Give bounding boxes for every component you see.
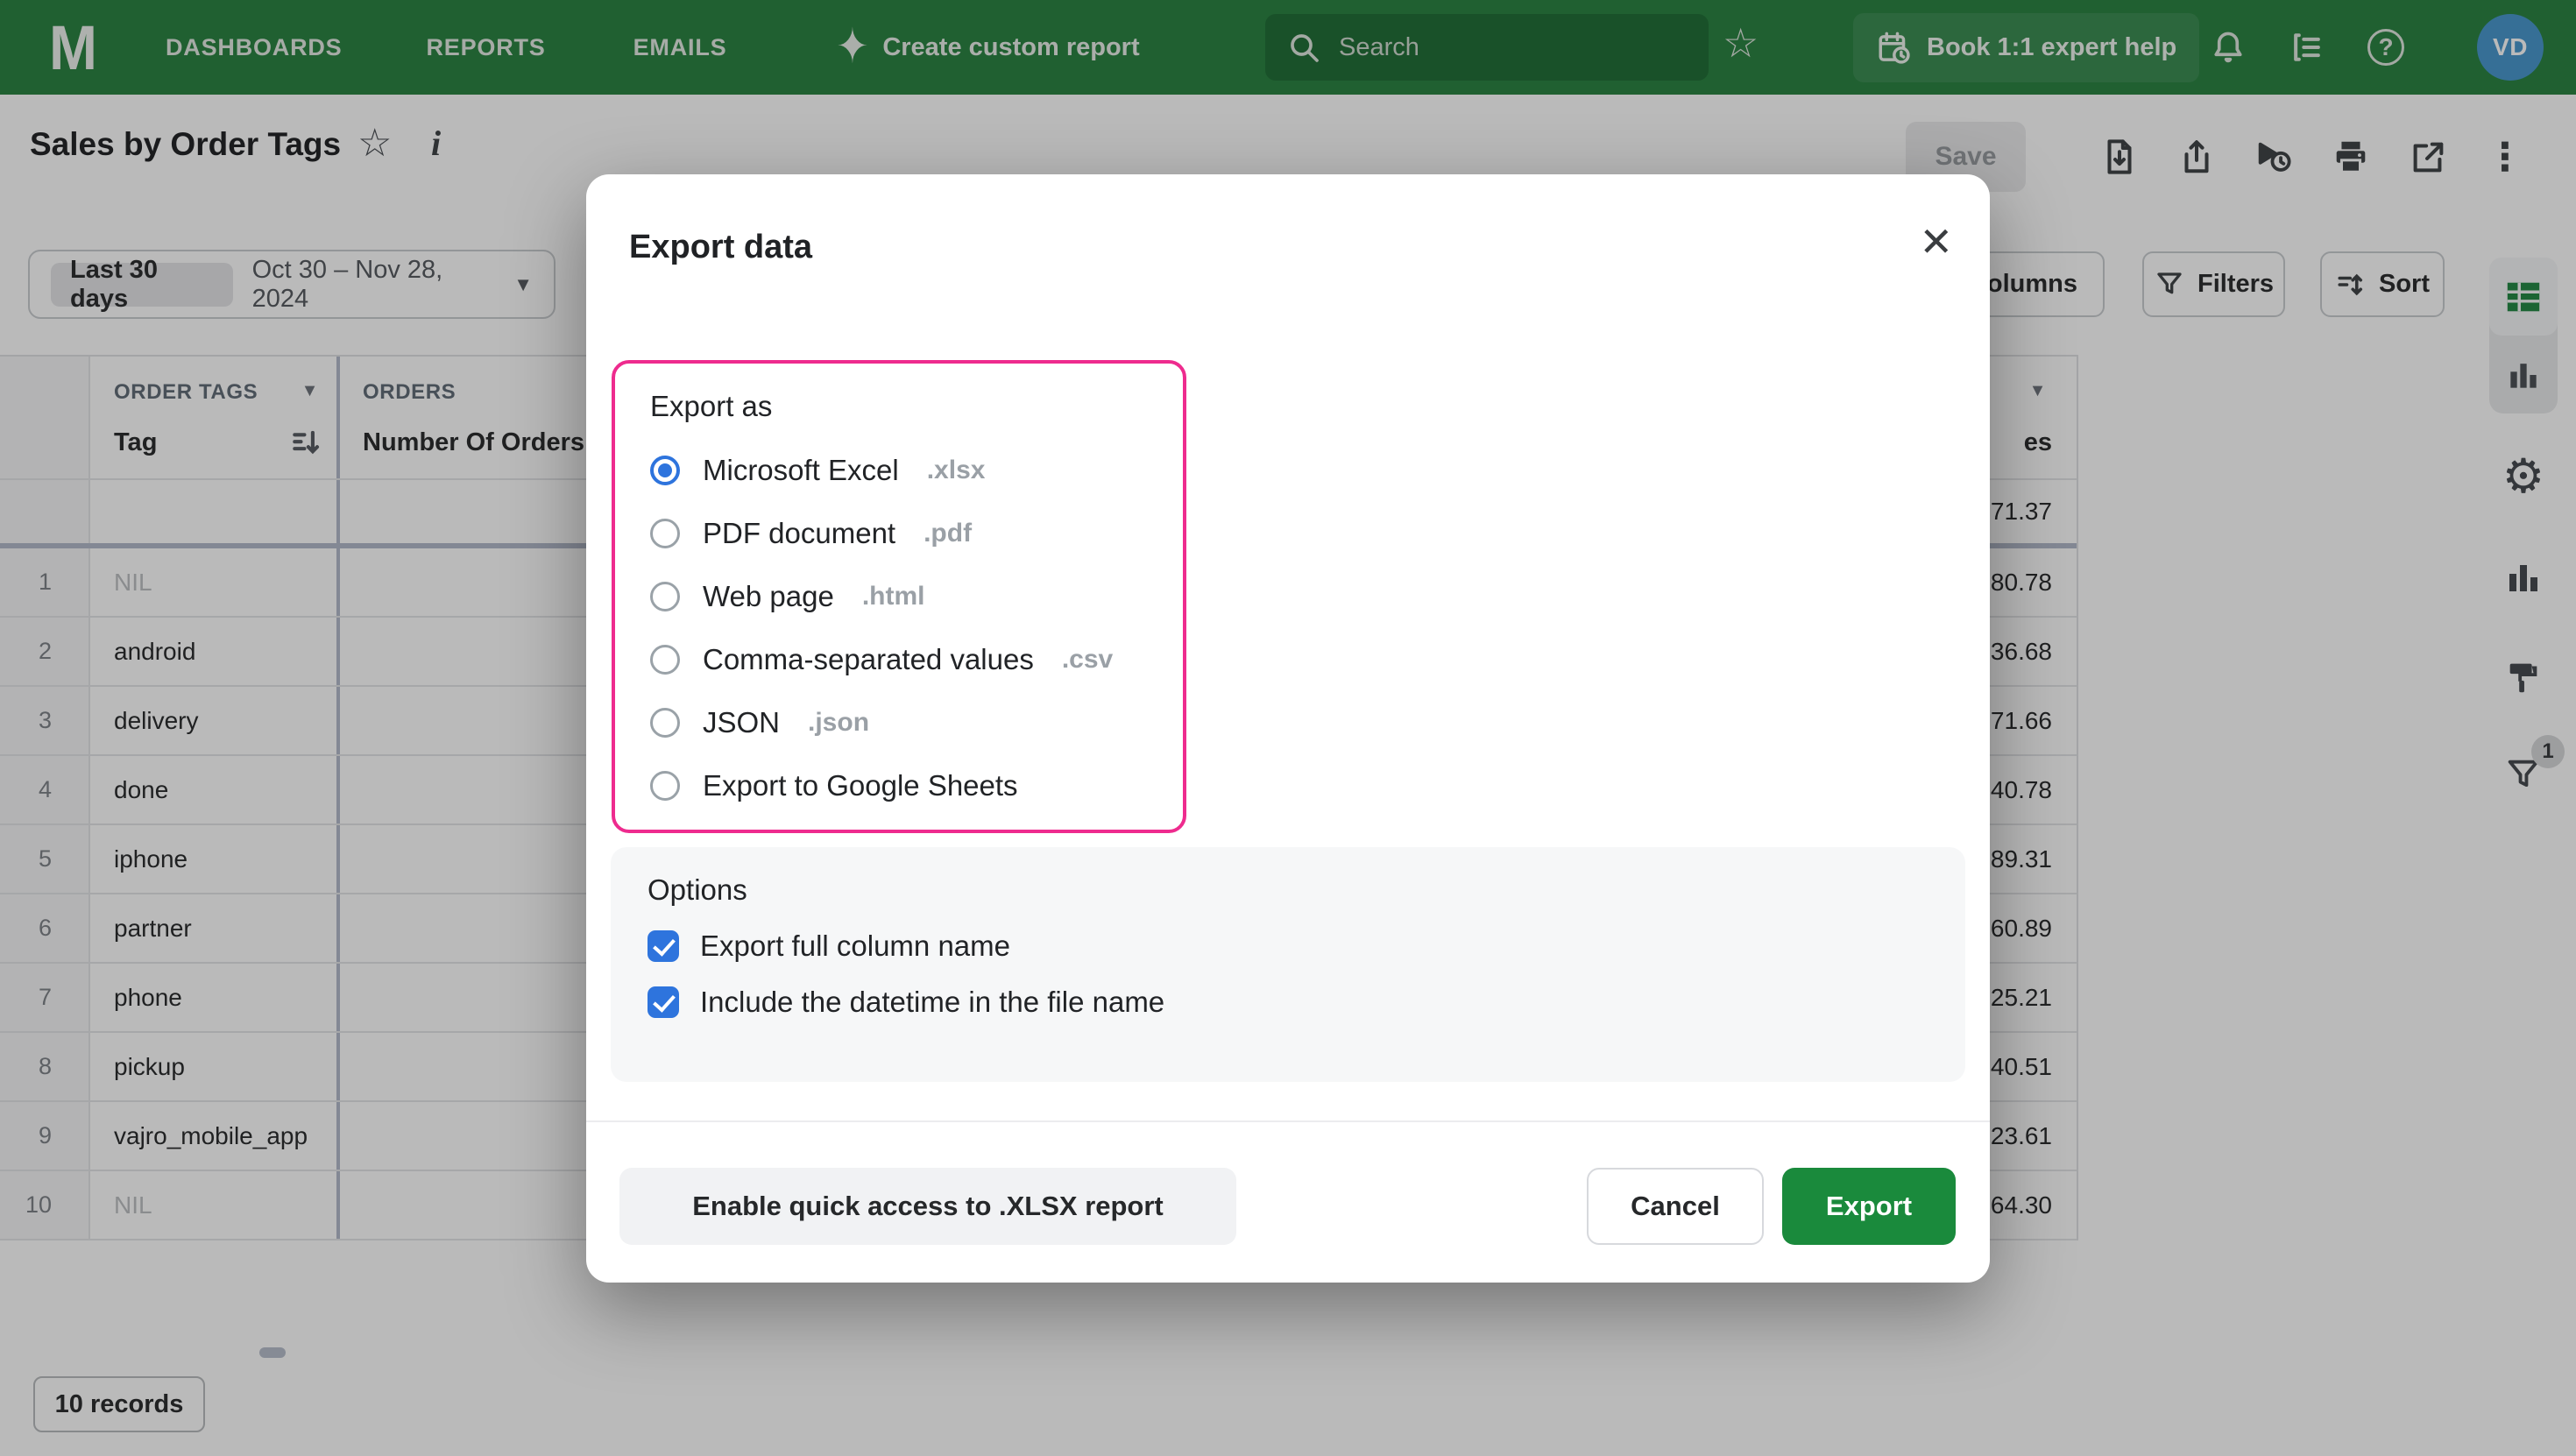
radio-extension: .xlsx	[927, 456, 986, 485]
radio-icon[interactable]	[650, 582, 680, 611]
quick-access-button[interactable]: Enable quick access to .XLSX report	[619, 1168, 1236, 1245]
checkbox-include-datetime[interactable]: Include the datetime in the file name	[648, 986, 1928, 1019]
checkbox-checked-icon[interactable]	[648, 930, 679, 962]
cancel-button[interactable]: Cancel	[1587, 1168, 1764, 1245]
checkbox-checked-icon[interactable]	[648, 986, 679, 1018]
checkbox-export-full-column-name[interactable]: Export full column name	[648, 929, 1928, 963]
radio-extension: .json	[808, 708, 869, 738]
export-options-panel: Options Export full column name Include …	[611, 847, 1965, 1082]
radio-label: Microsoft Excel	[703, 454, 899, 487]
radio-icon[interactable]	[650, 708, 680, 738]
app-root: M DASHBOARDS REPORTS EMAILS ✦ Create cus…	[0, 0, 2576, 1456]
radio-label: PDF document	[703, 517, 895, 550]
radio-icon[interactable]	[650, 519, 680, 548]
modal-footer-divider	[586, 1120, 1990, 1122]
close-icon[interactable]: ✕	[1919, 222, 1953, 262]
radio-option-html[interactable]: Web page .html	[650, 565, 1148, 628]
export-data-modal: Export data ✕ Export as Microsoft Excel …	[586, 174, 1990, 1283]
radio-label: Export to Google Sheets	[703, 769, 1018, 802]
export-format-radio-group: Microsoft Excel .xlsx PDF document .pdf …	[650, 439, 1148, 817]
options-heading: Options	[648, 873, 1928, 907]
radio-label: Comma-separated values	[703, 643, 1034, 676]
radio-option-json[interactable]: JSON .json	[650, 691, 1148, 754]
radio-label: JSON	[703, 706, 780, 739]
export-as-heading: Export as	[650, 390, 1148, 423]
radio-extension: .pdf	[924, 519, 972, 548]
radio-option-pdf[interactable]: PDF document .pdf	[650, 502, 1148, 565]
checkbox-label: Include the datetime in the file name	[700, 986, 1164, 1019]
radio-icon[interactable]	[650, 645, 680, 675]
radio-option-csv[interactable]: Comma-separated values .csv	[650, 628, 1148, 691]
radio-option-google-sheets[interactable]: Export to Google Sheets	[650, 754, 1148, 817]
export-as-highlight-box: Export as Microsoft Excel .xlsx PDF docu…	[612, 360, 1186, 833]
export-button[interactable]: Export	[1782, 1168, 1956, 1245]
radio-extension: .csv	[1062, 645, 1113, 675]
radio-label: Web page	[703, 580, 834, 613]
modal-title: Export data	[629, 229, 812, 266]
checkbox-label: Export full column name	[700, 929, 1010, 963]
radio-extension: .html	[862, 582, 925, 611]
radio-icon[interactable]	[650, 771, 680, 801]
radio-option-xlsx[interactable]: Microsoft Excel .xlsx	[650, 439, 1148, 502]
radio-selected-icon[interactable]	[650, 456, 680, 485]
